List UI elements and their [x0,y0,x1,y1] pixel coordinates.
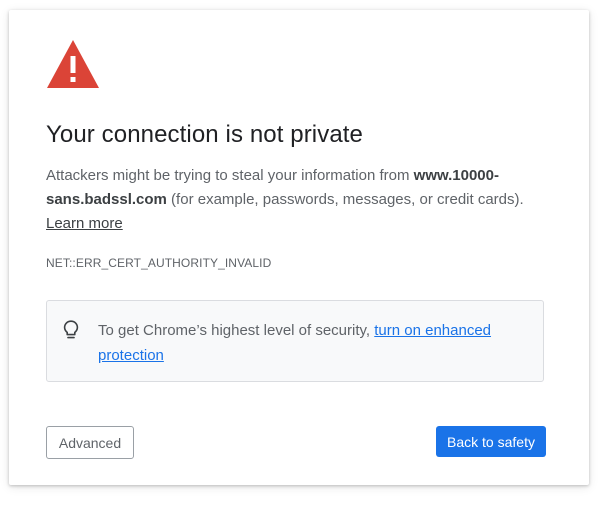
error-code: NET::ERR_CERT_AUTHORITY_INVALID [46,256,272,270]
page-title: Your connection is not private [46,121,363,148]
description-prefix: Attackers might be trying to steal your … [46,167,414,184]
warning-triangle-icon [47,40,99,88]
learn-more-link[interactable]: Learn more [46,215,123,232]
lightbulb-icon [63,320,79,339]
enhanced-protection-tip: To get Chrome’s highest level of securit… [46,300,544,382]
tip-text: To get Chrome’s highest level of securit… [98,318,528,368]
advanced-button[interactable]: Advanced [46,426,134,459]
tip-message: To get Chrome’s highest level of securit… [98,322,375,339]
description-suffix: (for example, passwords, messages, or cr… [166,191,524,208]
back-to-safety-button[interactable]: Back to safety [436,426,546,457]
error-description: Attackers might be trying to steal your … [46,164,541,236]
interstitial-card: Your connection is not private Attackers… [9,10,589,485]
